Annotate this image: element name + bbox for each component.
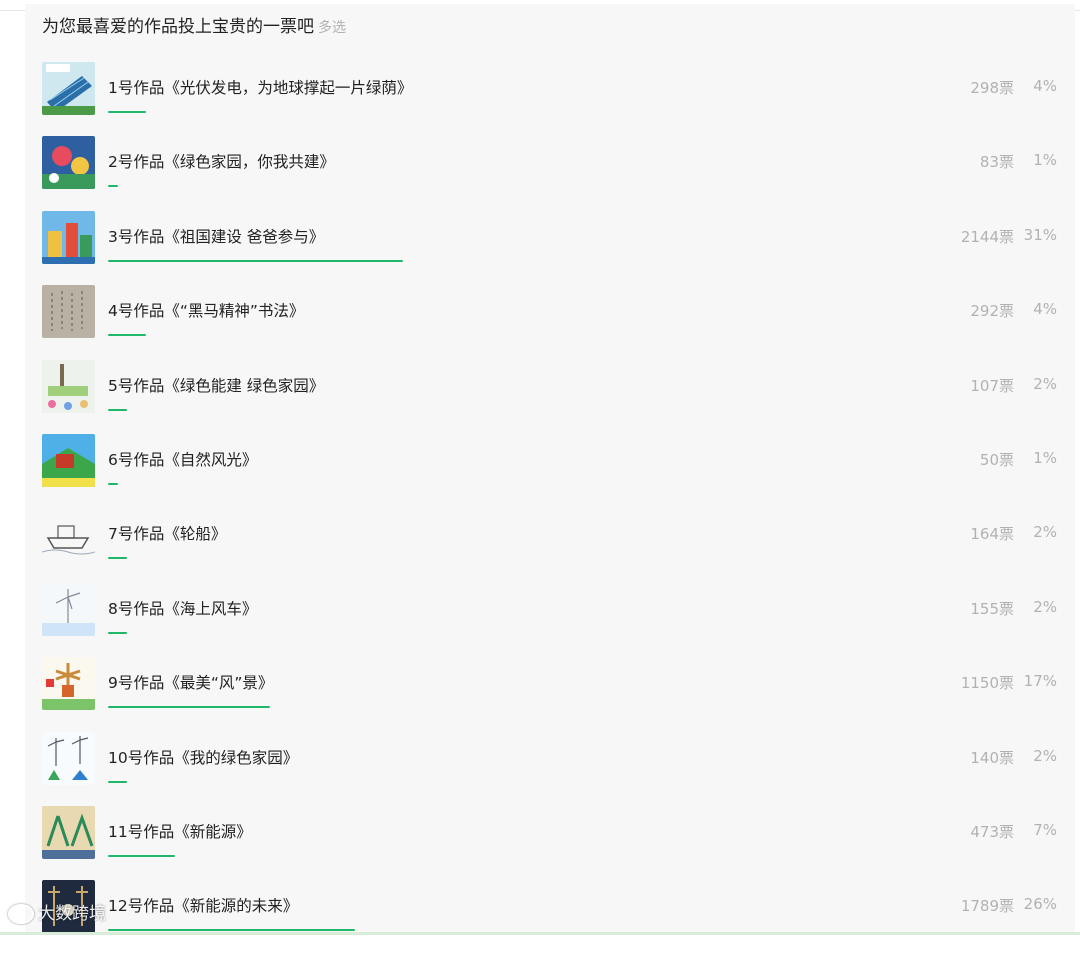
- vote-count: 473票: [970, 823, 1014, 841]
- vote-count: 50票: [979, 451, 1014, 469]
- watermark: 大数跨境: [8, 899, 106, 924]
- artwork-thumbnail[interactable]: [42, 434, 95, 487]
- vote-share-bar: [108, 334, 146, 337]
- artwork-thumbnail[interactable]: [42, 285, 95, 339]
- option-label: 8号作品《海上风车》: [108, 599, 258, 618]
- poll-option[interactable]: 9号作品《最美“风”景》 1150票 17%: [25, 657, 1075, 731]
- vote-share-bar: [108, 631, 127, 634]
- poll-option[interactable]: 10号作品《我的绿色家园》 140票 2%: [25, 731, 1075, 806]
- option-label: 1号作品《光伏发电，为地球撑起一片绿荫》: [108, 79, 413, 97]
- option-label: 3号作品《祖国建设 爸爸参与》: [108, 227, 325, 246]
- vote-percent: 2%: [1033, 746, 1057, 765]
- artwork-thumbnail[interactable]: [42, 582, 95, 636]
- vote-share-bar: [108, 259, 403, 262]
- option-label: 5号作品《绿色能建 绿色家园》: [108, 376, 325, 395]
- artwork-thumbnail[interactable]: [42, 657, 95, 711]
- artwork-thumbnail[interactable]: [42, 806, 95, 859]
- vote-count: 1150票: [960, 674, 1014, 693]
- vote-count: 1789票: [960, 897, 1014, 916]
- option-label: 12号作品《新能源的未来》: [108, 897, 299, 916]
- vote-percent: 2%: [1033, 597, 1057, 616]
- poll-option[interactable]: 5号作品《绿色能建 绿色家园》 107票 2%: [25, 359, 1075, 434]
- poll-option[interactable]: 1号作品《光伏发电，为地球撑起一片绿荫》 298票 4%: [25, 62, 1075, 136]
- vote-share-bar: [108, 408, 127, 411]
- option-label: 11号作品《新能源》: [108, 823, 252, 841]
- poll-option[interactable]: 2号作品《绿色家园，你我共建》 83票 1%: [25, 136, 1075, 210]
- option-label: 10号作品《我的绿色家园》: [108, 748, 299, 767]
- poll-heading: 为您最喜爱的作品投上宝贵的一票吧 多选: [42, 12, 346, 37]
- vote-count: 164票: [970, 525, 1014, 544]
- option-label: 2号作品《绿色家园，你我共建》: [108, 153, 335, 172]
- poll-option[interactable]: 11号作品《新能源》 473票 7%: [25, 806, 1075, 880]
- poll-option[interactable]: 12号作品《新能源的未来》 1789票 26%: [25, 880, 1075, 954]
- vote-share-bar: [108, 483, 118, 485]
- vote-count: 292票: [970, 302, 1014, 321]
- vote-percent: 7%: [1033, 821, 1057, 839]
- artwork-thumbnail[interactable]: [42, 62, 95, 115]
- vote-percent: 4%: [1033, 77, 1057, 95]
- vote-percent: 2%: [1033, 523, 1057, 542]
- vote-percent: 17%: [1023, 672, 1057, 691]
- vote-count: 298票: [970, 79, 1014, 97]
- vote-percent: 26%: [1023, 895, 1057, 914]
- vote-count: 107票: [970, 376, 1014, 395]
- option-label: 4号作品《“黑马精神”书法》: [108, 302, 305, 321]
- vote-percent: 2%: [1033, 374, 1057, 393]
- vote-share-bar: [108, 855, 175, 857]
- vote-count: 155票: [970, 599, 1014, 618]
- artwork-thumbnail[interactable]: [42, 731, 95, 785]
- vote-count: 140票: [970, 748, 1014, 767]
- vote-count: 83票: [979, 153, 1014, 172]
- multi-select-tag: 多选: [318, 20, 346, 36]
- vote-count: 2144票: [960, 227, 1014, 246]
- poll-option[interactable]: 6号作品《自然风光》 50票 1%: [25, 434, 1075, 508]
- poll-option[interactable]: 4号作品《“黑马精神”书法》 292票 4%: [25, 285, 1075, 359]
- option-label: 6号作品《自然风光》: [108, 451, 258, 469]
- watermark-logo-icon: [8, 904, 34, 924]
- vote-percent: 4%: [1033, 300, 1057, 319]
- vote-share-bar: [108, 780, 127, 783]
- poll-option[interactable]: 7号作品《轮船》 164票 2%: [25, 508, 1075, 582]
- artwork-thumbnail[interactable]: [42, 210, 95, 264]
- poll-option[interactable]: 8号作品《海上风车》 155票 2%: [25, 582, 1075, 657]
- poll-panel: 为您最喜爱的作品投上宝贵的一票吧 多选 1号作品《光伏发电，为地球撑起一片绿荫》 2…: [25, 4, 1075, 934]
- vote-percent: 1%: [1033, 449, 1057, 467]
- artwork-thumbnail[interactable]: [42, 136, 95, 190]
- vote-percent: 31%: [1023, 225, 1057, 244]
- vote-percent: 1%: [1033, 151, 1057, 170]
- option-label: 9号作品《最美“风”景》: [108, 674, 274, 693]
- vote-share-bar: [108, 111, 146, 113]
- artwork-thumbnail[interactable]: [42, 359, 95, 413]
- watermark-text: 大数跨境: [38, 904, 106, 924]
- poll-title: 为您最喜爱的作品投上宝贵的一票吧: [42, 17, 314, 37]
- vote-share-bar: [108, 557, 127, 560]
- vote-share-bar: [108, 706, 270, 709]
- poll-option[interactable]: 3号作品《祖国建设 爸爸参与》 2144票 31%: [25, 210, 1075, 285]
- artwork-thumbnail[interactable]: [42, 508, 95, 562]
- option-label: 7号作品《轮船》: [108, 525, 227, 544]
- vote-share-bar: [108, 185, 118, 188]
